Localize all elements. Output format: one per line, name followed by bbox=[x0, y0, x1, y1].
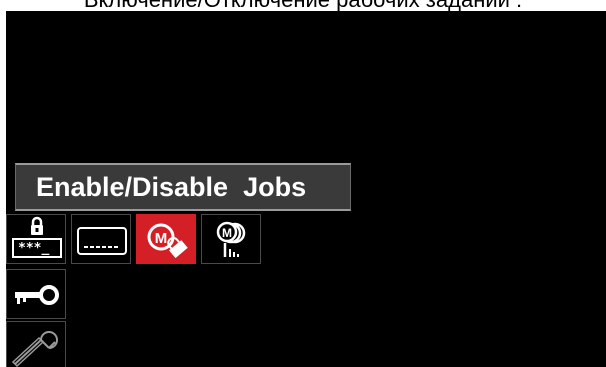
wrench-icon bbox=[11, 331, 58, 367]
entry-tile[interactable] bbox=[71, 214, 131, 264]
screen-title: Enable/Disable Jobs bbox=[15, 163, 351, 211]
svg-text:***_: ***_ bbox=[18, 241, 49, 256]
wrench-tile[interactable] bbox=[6, 321, 66, 367]
manual-caption: Включение/Отключение рабочих заданий : bbox=[0, 0, 606, 11]
svg-text:M: M bbox=[222, 226, 232, 240]
blank-entry-icon bbox=[77, 227, 127, 255]
key-icon bbox=[15, 285, 59, 305]
memory-list-icon: M bbox=[216, 221, 246, 257]
memory-lock-icon: M bbox=[147, 223, 188, 259]
welder-display: Enable/Disable Jobs ***_ M M bbox=[6, 11, 606, 367]
memory-list-tile[interactable]: M bbox=[201, 214, 261, 264]
svg-text:M: M bbox=[155, 230, 168, 247]
lock-password-icon: ***_ bbox=[12, 216, 62, 258]
key-tile[interactable] bbox=[6, 269, 66, 319]
password-tile[interactable]: ***_ bbox=[6, 214, 66, 264]
enable-disable-jobs-tile[interactable]: M bbox=[136, 214, 196, 264]
